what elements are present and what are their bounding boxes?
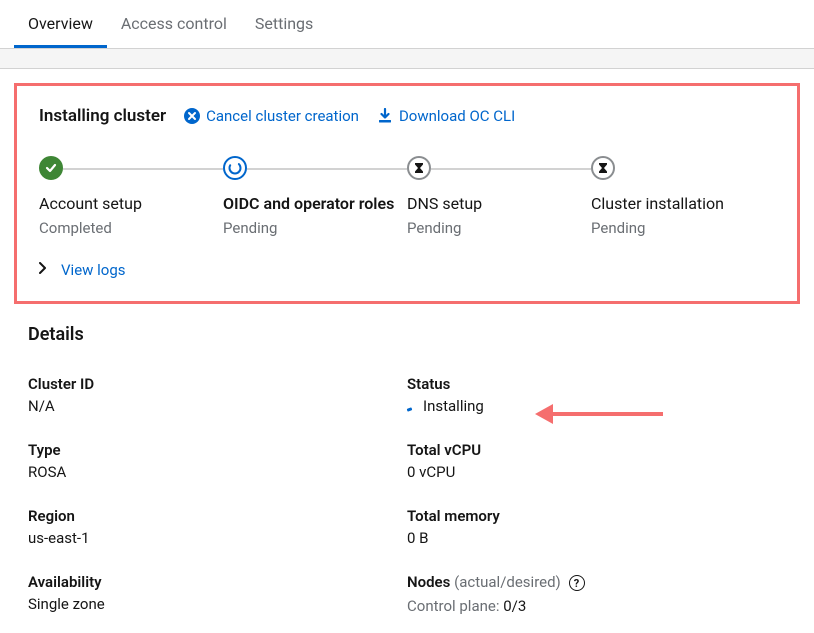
details-grid: Cluster ID N/A Type ROSA Region us-east-… [28,375,786,615]
details-col-right: Status Installing Total vCPU 0 vCPU Tota… [407,375,786,615]
download-cli-label: Download OC CLI [399,107,515,125]
tabs-bar: Overview Access control Settings [0,0,814,49]
help-icon[interactable]: ? [569,575,585,591]
step-connector [431,168,591,170]
detail-label: Total vCPU [407,441,786,459]
step-connector [247,168,407,170]
installing-panel: Installing cluster Cancel cluster creati… [14,83,800,304]
detail-vcpu: Total vCPU 0 vCPU [407,441,786,481]
detail-label: Cluster ID [28,375,407,393]
detail-value: ROSA [28,463,407,481]
view-logs-row: View logs [39,261,775,279]
step-status: Pending [407,219,591,237]
step-title: OIDC and operator roles [223,194,407,213]
step-title: Cluster installation [591,194,775,213]
detail-status: Status Installing [407,375,786,415]
download-cli-link[interactable]: Download OC CLI [377,107,515,125]
view-logs-link[interactable]: View logs [61,261,126,279]
detail-type: Type ROSA [28,441,407,481]
hourglass-icon [591,156,615,180]
check-circle-icon [39,156,63,180]
step-status: Pending [591,219,775,237]
step-title: DNS setup [407,194,591,213]
nodes-hint: (actual/desired) [454,573,561,591]
step-status: Completed [39,219,223,237]
details-panel: Details Cluster ID N/A Type ROSA Region … [14,324,800,615]
detail-value: 0 vCPU [407,463,786,481]
step-title: Account setup [39,194,223,213]
detail-memory: Total memory 0 B [407,507,786,547]
tab-settings[interactable]: Settings [241,0,327,48]
details-col-left: Cluster ID N/A Type ROSA Region us-east-… [28,375,407,615]
detail-label: Region [28,507,407,525]
detail-value: Single zone [28,595,407,613]
download-icon [377,108,393,124]
step-connector [63,168,223,170]
cancel-cluster-link[interactable]: Cancel cluster creation [184,107,359,125]
detail-value: us-east-1 [28,529,407,547]
detail-cluster-id: Cluster ID N/A [28,375,407,415]
chevron-right-icon[interactable] [39,262,47,278]
detail-nodes: Nodes (actual/desired) ? Control plane: … [407,573,786,615]
step-oidc: OIDC and operator roles Pending [223,156,407,237]
spinner-icon [223,156,247,180]
cancel-cluster-label: Cancel cluster creation [206,107,359,125]
tab-access-control[interactable]: Access control [107,0,241,48]
detail-availability: Availability Single zone [28,573,407,613]
detail-region: Region us-east-1 [28,507,407,547]
detail-value: N/A [28,397,407,415]
tab-overview[interactable]: Overview [14,0,107,48]
installing-title: Installing cluster [39,106,166,126]
step-cluster-install: Cluster installation Pending [591,156,775,237]
progress-steps: Account setup Completed OIDC and operato… [39,156,775,237]
status-text: Installing [423,397,484,415]
spinner-icon [407,401,417,411]
nodes-control-plane: Control plane: 0/3 [407,597,786,615]
step-account-setup: Account setup Completed [39,156,223,237]
detail-value: 0 B [407,529,786,547]
detail-label: Status [407,375,786,393]
details-heading: Details [28,324,786,345]
control-plane-value: 0/3 [503,597,526,615]
divider-band [0,49,814,69]
detail-label: Type [28,441,407,459]
step-status: Pending [223,219,407,237]
detail-label: Nodes (actual/desired) ? [407,573,786,591]
cancel-icon [184,108,200,124]
hourglass-icon [407,156,431,180]
detail-label: Total memory [407,507,786,525]
nodes-label-text: Nodes [407,573,450,591]
control-plane-label: Control plane: [407,597,499,615]
detail-value: Installing [407,397,786,415]
step-dns: DNS setup Pending [407,156,591,237]
detail-label: Availability [28,573,407,591]
install-header: Installing cluster Cancel cluster creati… [39,106,775,126]
